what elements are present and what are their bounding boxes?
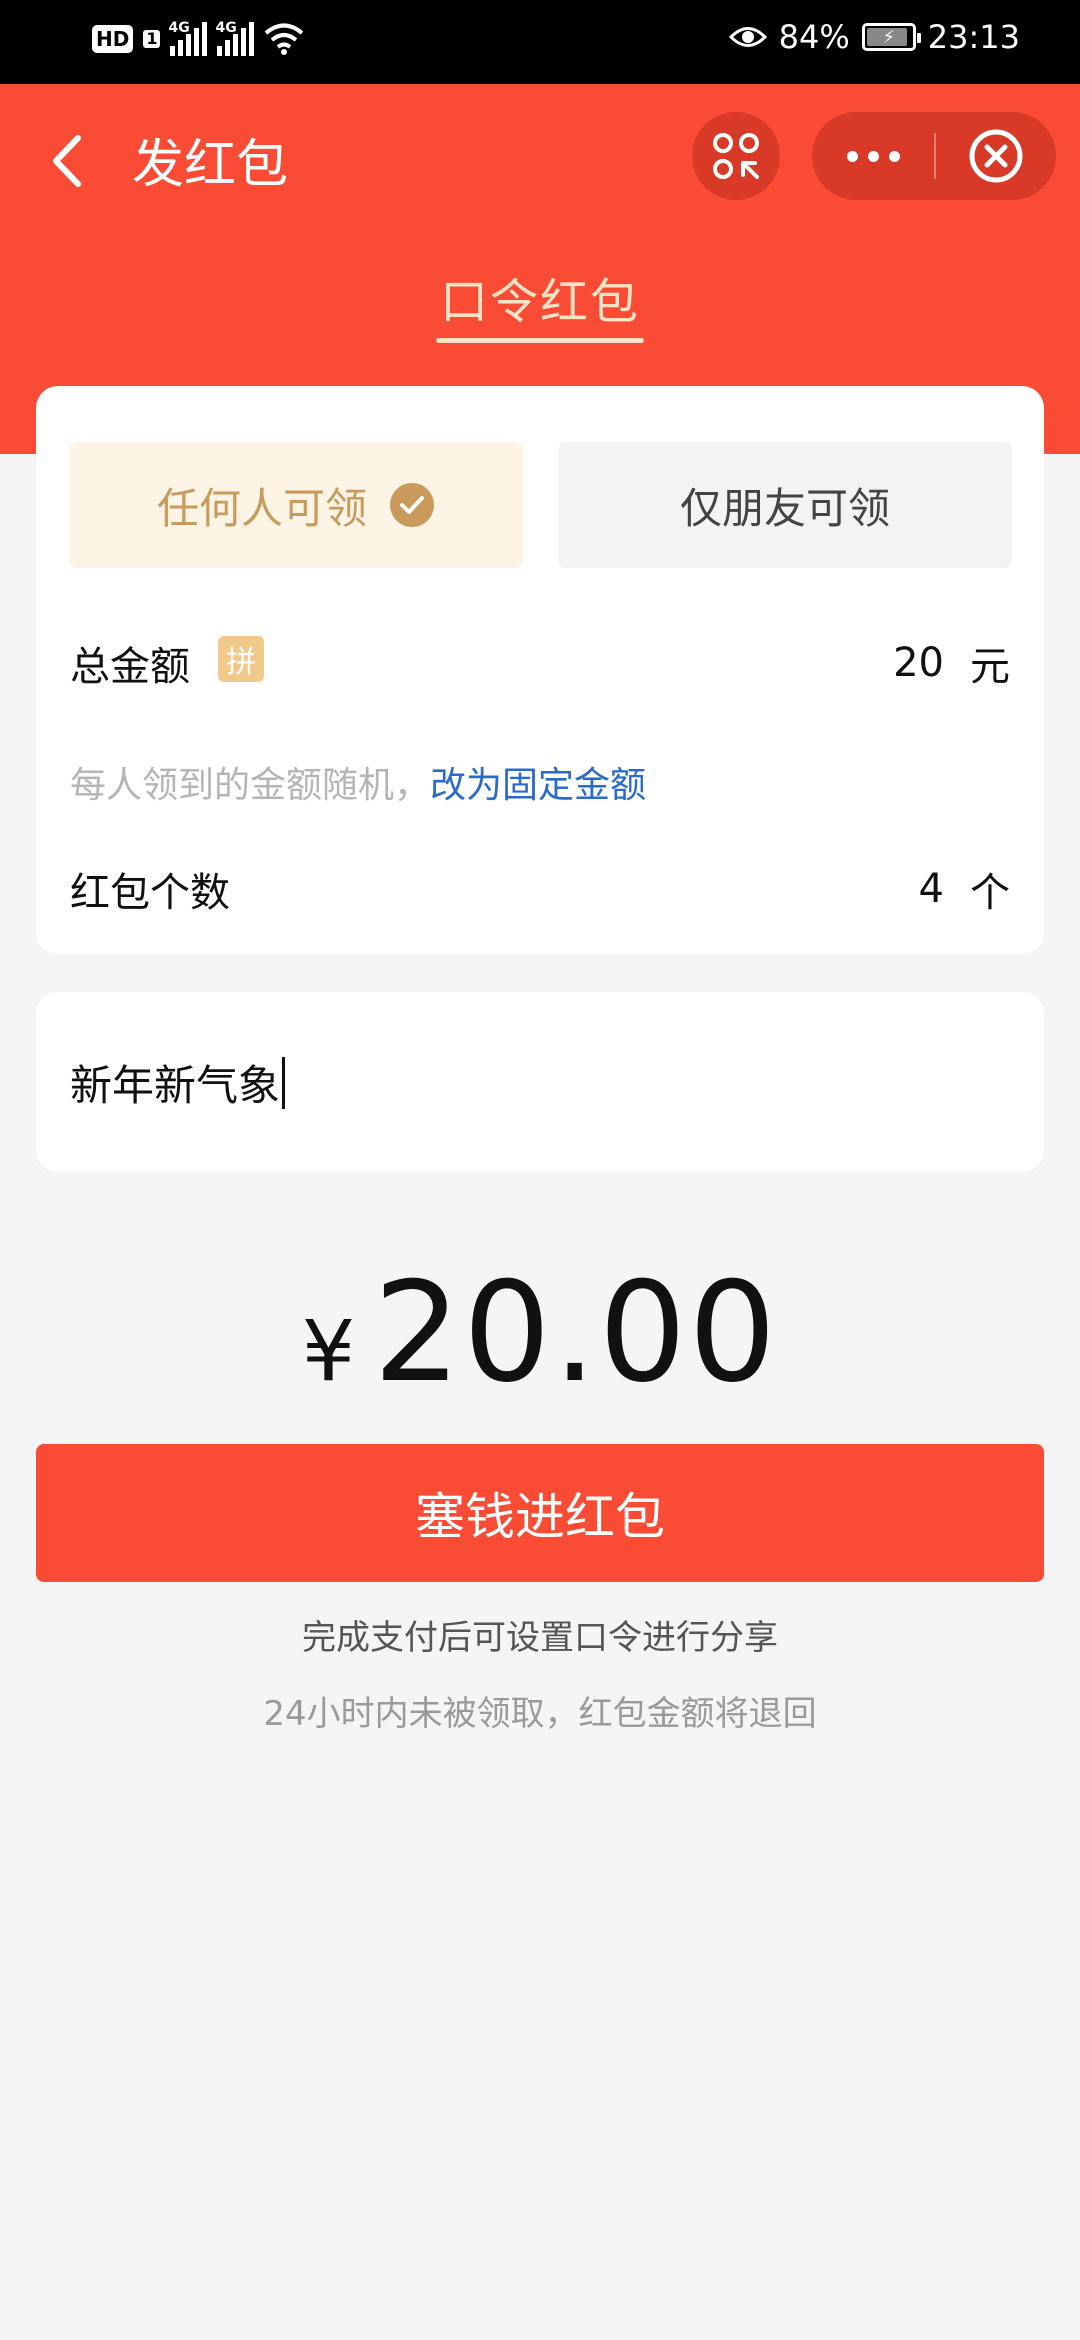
signal-icon: 4G: [168, 20, 208, 56]
battery-icon: ⚡: [861, 23, 921, 51]
currency-symbol: ¥: [301, 1302, 356, 1400]
app-grid-icon: [713, 133, 759, 179]
amount-hint-text: 每人领到的金额随机，: [70, 765, 431, 806]
text-caret: [282, 1056, 286, 1109]
total-amount-unit: 元: [970, 644, 1010, 690]
status-left: HD 1 4G 4G: [92, 20, 304, 56]
status-right: 84% ⚡ 23:13: [728, 18, 1020, 56]
miniprogram-switch-button[interactable]: [692, 112, 780, 200]
network-type-label-2: 4G: [215, 20, 237, 36]
status-bar: HD 1 4G 4G 84% ⚡ 23:13: [0, 0, 1080, 84]
option-friends-only[interactable]: 仅朋友可领: [558, 442, 1012, 568]
battery-percent: 84%: [778, 18, 850, 56]
redpacket-form-card: 任何人可领 仅朋友可领 总金额 拼 20 元 每人领到的金额随机，改为固定金额 …: [36, 386, 1044, 954]
option-anyone[interactable]: 任何人可领: [69, 442, 523, 568]
page-title: 发红包: [132, 135, 289, 195]
amount-hint: 每人领到的金额随机，改为固定金额: [70, 756, 646, 808]
signal-icon-2: 4G: [215, 20, 255, 56]
tab-password-redpacket[interactable]: 口令红包: [0, 262, 1080, 332]
sim-number: 1: [143, 30, 161, 48]
network-type-label: 4G: [168, 20, 190, 36]
total-amount-field[interactable]: 20 元: [893, 634, 1010, 692]
count-field[interactable]: 4 个: [919, 860, 1010, 918]
more-button[interactable]: [812, 112, 934, 200]
capsule-menu: [812, 112, 1056, 200]
option-anyone-label: 任何人可领: [156, 483, 367, 533]
wifi-icon: [265, 23, 304, 55]
message-card: 新年新气象: [36, 992, 1044, 1172]
submit-button[interactable]: 塞钱进红包: [36, 1444, 1044, 1582]
payment-note: 完成支付后可设置口令进行分享: [302, 1618, 778, 1658]
more-dot-icon: [867, 150, 879, 162]
check-icon: [390, 483, 434, 527]
back-arrow-icon[interactable]: [44, 126, 94, 196]
more-dot-icon: [888, 150, 900, 162]
fixed-amount-link[interactable]: 改为固定金额: [430, 765, 646, 806]
count-unit: 个: [970, 870, 1010, 916]
clock: 23:13: [927, 18, 1020, 56]
amount-display: ¥ 20.00: [0, 1252, 1080, 1413]
close-button[interactable]: [936, 112, 1056, 200]
close-circle-icon: [969, 129, 1023, 183]
more-dot-icon: [846, 150, 858, 162]
hd-badge: HD: [92, 25, 134, 53]
total-amount-value: 20: [893, 640, 944, 686]
count-label: 红包个数: [70, 870, 230, 916]
message-input-value: 新年新气象: [70, 1061, 281, 1110]
eye-comfort-icon: [728, 27, 767, 47]
option-friends-label: 仅朋友可领: [679, 483, 890, 533]
total-amount-label: 总金额: [70, 644, 190, 690]
message-input[interactable]: 新年新气象: [70, 1052, 286, 1113]
amount-value: 20.00: [373, 1252, 779, 1413]
count-value: 4: [918, 866, 944, 912]
refund-note: 24小时内未被领取，红包金额将退回: [263, 1694, 817, 1734]
tab-underline: [436, 338, 644, 343]
pin-badge: 拼: [218, 636, 264, 682]
